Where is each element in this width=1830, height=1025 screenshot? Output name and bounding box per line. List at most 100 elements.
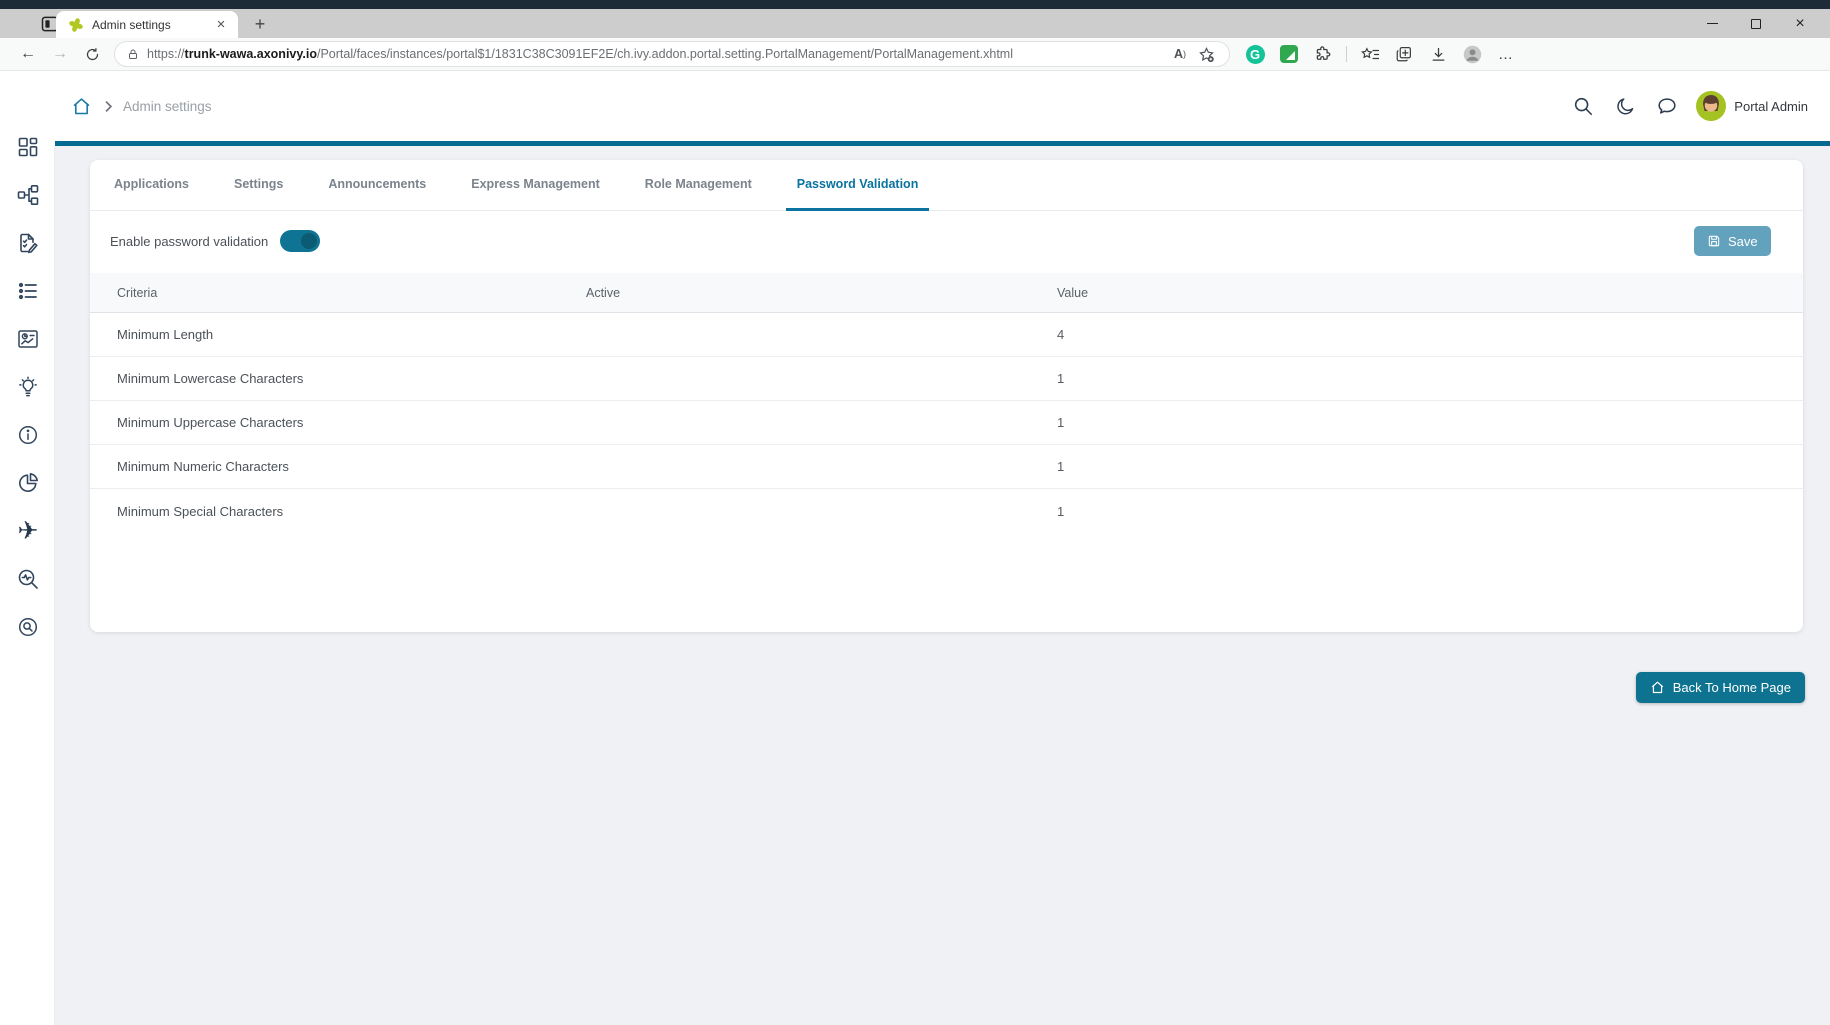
tab-announcements[interactable]: Announcements [317, 160, 437, 211]
criteria-value: 1 [1057, 459, 1803, 474]
toggle-knob [301, 233, 317, 249]
dashboard-icon [16, 135, 40, 159]
search-icon[interactable] [1570, 93, 1596, 119]
address-bar[interactable]: https://trunk-wawa.axonivy.io/Portal/fac… [114, 41, 1230, 67]
browser-tab-admin-settings[interactable]: Admin settings × [56, 11, 238, 38]
browser-profile-avatar[interactable] [1457, 41, 1487, 67]
criteria-value: 1 [1057, 504, 1803, 519]
lightbulb-icon [16, 375, 40, 399]
settings-more-icon[interactable]: … [1491, 41, 1521, 67]
col-header-active: Active [586, 286, 1057, 300]
tab-express-management[interactable]: Express Management [460, 160, 611, 211]
user-name: Portal Admin [1734, 99, 1808, 114]
sidebar-item-statistics[interactable] [8, 319, 48, 359]
breadcrumb-current: Admin settings [123, 99, 212, 114]
user-avatar [1696, 91, 1726, 121]
tab-title: Admin settings [92, 18, 212, 32]
sidebar-item-dashboard[interactable] [8, 127, 48, 167]
table-row: Minimum Special Characters 1 [90, 489, 1803, 533]
tasks-icon [16, 231, 40, 255]
criteria-value: 4 [1057, 327, 1803, 342]
col-header-value: Value [1057, 286, 1803, 300]
home-icon[interactable] [68, 93, 94, 119]
back-button[interactable]: ← [12, 41, 44, 67]
collections-icon[interactable] [1389, 41, 1419, 67]
info-icon [16, 423, 40, 447]
criteria-label: Minimum Numeric Characters [117, 459, 586, 474]
search-circle-icon [16, 615, 40, 639]
read-aloud-icon[interactable]: A [1167, 43, 1193, 65]
extensions-puzzle-icon[interactable] [1308, 41, 1338, 67]
tab-close-icon[interactable]: × [212, 16, 230, 34]
window-close-button[interactable]: × [1778, 9, 1822, 38]
statistics-icon [16, 327, 40, 351]
favorites-bar-icon[interactable] [1355, 41, 1385, 67]
sidebar-item-tasks[interactable] [8, 223, 48, 263]
tab-settings[interactable]: Settings [223, 160, 294, 211]
tab-role-management[interactable]: Role Management [634, 160, 763, 211]
refresh-button[interactable] [76, 41, 108, 67]
user-menu[interactable]: Portal Admin [1696, 91, 1808, 121]
portal-header: Admin settings Portal Admin [0, 71, 1830, 141]
criteria-label: Minimum Special Characters [117, 504, 586, 519]
pulse-magnifier-icon [16, 567, 40, 591]
password-validation-controls: Enable password validation Save [90, 211, 1803, 265]
main-content: Applications Settings Announcements Expr… [55, 146, 1830, 1025]
table-row: Minimum Numeric Characters 1 [90, 445, 1803, 489]
downloads-icon[interactable] [1423, 41, 1453, 67]
green-extension-icon[interactable] [1274, 41, 1304, 67]
criteria-value: 1 [1057, 415, 1803, 430]
grammarly-extension-icon[interactable]: G [1240, 41, 1270, 67]
sidebar-item-ideas[interactable] [8, 367, 48, 407]
home-icon [1650, 680, 1665, 695]
sidebar-item-global-search[interactable] [8, 607, 48, 647]
criteria-label: Minimum Uppercase Characters [117, 415, 586, 430]
back-to-home-button[interactable]: Back To Home Page [1636, 672, 1805, 703]
window-top-border [0, 0, 1830, 9]
browser-tabstrip: Admin settings × + × [0, 9, 1830, 38]
toolbar-divider [1346, 46, 1347, 62]
save-floppy-icon [1707, 234, 1721, 248]
axonivy-favicon-icon [68, 17, 84, 33]
dark-mode-moon-icon[interactable] [1612, 93, 1638, 119]
table-header-row: Criteria Active Value [90, 273, 1803, 313]
criteria-value: 1 [1057, 371, 1803, 386]
sidebar-item-cases[interactable] [8, 271, 48, 311]
settings-tabbar: Applications Settings Announcements Expr… [90, 160, 1803, 211]
criteria-label: Minimum Length [117, 327, 586, 342]
tab-password-validation[interactable]: Password Validation [786, 160, 930, 211]
enable-validation-toggle[interactable] [280, 230, 320, 252]
browser-toolbar: ← → https://trunk-wawa.axonivy.io/Portal… [0, 38, 1830, 71]
sidebar-item-processes[interactable] [8, 175, 48, 215]
criteria-label: Minimum Lowercase Characters [117, 371, 586, 386]
enable-validation-label: Enable password validation [110, 234, 268, 249]
sidebar-item-travel[interactable]: ✈ [8, 511, 48, 551]
sidebar-item-info[interactable] [8, 415, 48, 455]
add-favorite-star-icon[interactable] [1193, 43, 1219, 65]
new-tab-button[interactable]: + [248, 13, 272, 37]
pie-chart-icon [16, 471, 40, 495]
table-row: Minimum Lowercase Characters 1 [90, 357, 1803, 401]
chat-icon[interactable] [1654, 93, 1680, 119]
url-text: https://trunk-wawa.axonivy.io/Portal/fac… [147, 47, 1167, 61]
criteria-table: Criteria Active Value Minimum Length 4 M… [90, 273, 1803, 533]
processes-icon [16, 183, 40, 207]
admin-settings-card: Applications Settings Announcements Expr… [90, 160, 1803, 632]
table-row: Minimum Uppercase Characters 1 [90, 401, 1803, 445]
sidebar-item-process-monitoring[interactable] [8, 559, 48, 599]
maximize-icon [1751, 19, 1761, 29]
window-minimize-button[interactable] [1690, 9, 1734, 38]
tab-applications[interactable]: Applications [103, 160, 200, 211]
save-button[interactable]: Save [1694, 226, 1771, 256]
window-maximize-button[interactable] [1734, 9, 1778, 38]
airplane-icon: ✈ [18, 519, 39, 544]
breadcrumb: Admin settings [68, 71, 212, 141]
col-header-criteria: Criteria [117, 286, 586, 300]
forward-button[interactable]: → [44, 41, 76, 67]
lock-icon[interactable] [127, 48, 139, 61]
cases-icon [16, 279, 40, 303]
sidebar: ✈ [0, 71, 55, 1025]
sidebar-item-reports[interactable] [8, 463, 48, 503]
table-row: Minimum Length 4 [90, 313, 1803, 357]
breadcrumb-chevron-icon [104, 100, 113, 113]
